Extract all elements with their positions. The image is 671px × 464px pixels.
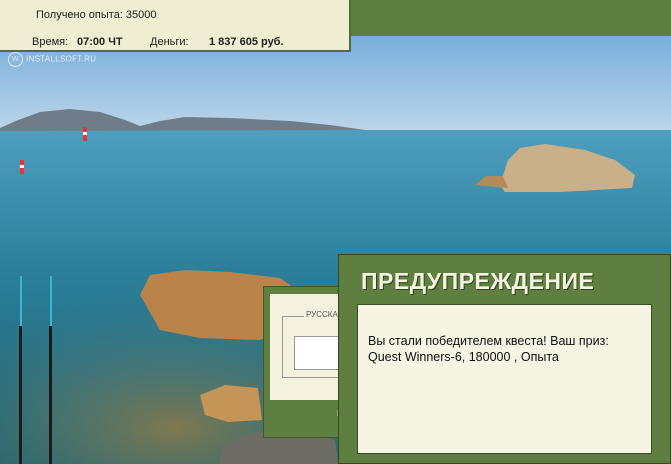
money-value: 1 837 605 руб.	[209, 36, 284, 48]
money-label: Деньги:	[150, 36, 189, 48]
warning-title: ПРЕДУПРЕЖДЕНИЕ	[361, 268, 595, 294]
fishing-rod[interactable]	[49, 326, 52, 464]
watermark-logo-icon: W	[8, 52, 23, 67]
status-panel: Получено опыта: 35000 Время: 07:00 ЧТ Де…	[0, 0, 351, 52]
watermark-text: INSTALLSOFT.RU	[26, 54, 97, 64]
fishing-rod-tip	[50, 276, 52, 326]
time-value: 07:00 ЧТ	[77, 36, 123, 48]
time-label: Время:	[32, 36, 69, 48]
warning-message: Вы стали победителем квеста! Ваш приз: Q…	[368, 334, 609, 364]
fishing-rod-tip	[20, 276, 22, 326]
experience-text: Получено опыта: 35000	[36, 9, 157, 21]
warning-message-box: Вы стали победителем квеста! Ваш приз: Q…	[357, 304, 652, 454]
watermark: W INSTALLSOFT.RU	[8, 52, 96, 67]
fishing-rod[interactable]	[19, 326, 22, 464]
warning-dialog: ПРЕДУПРЕЖДЕНИЕ Вы стали победителем квес…	[338, 254, 671, 464]
